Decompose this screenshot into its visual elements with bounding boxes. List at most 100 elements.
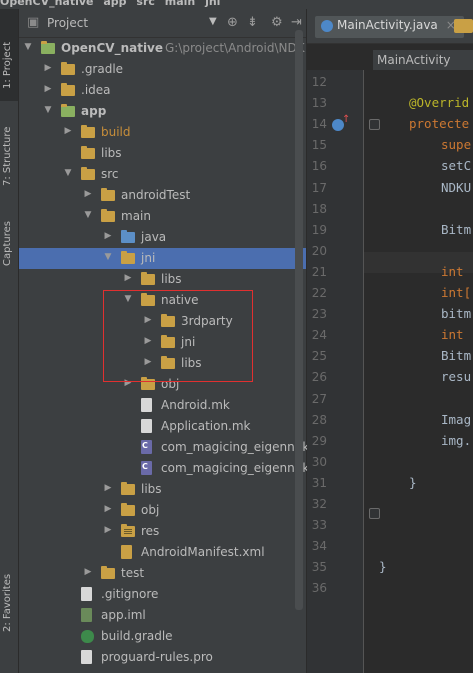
tool-tab-captures-label: Captures bbox=[2, 221, 13, 266]
tree-item-label: main bbox=[121, 209, 151, 223]
line-number: 15 bbox=[311, 138, 327, 153]
code-line: img. bbox=[441, 432, 472, 448]
arrow-up-icon: ↑ bbox=[342, 114, 351, 125]
tree-item-label: com_magicing_eigenndk_ bbox=[161, 440, 316, 454]
code-line: resu bbox=[441, 369, 472, 385]
breadcrumb-item[interactable]: OpenCV_native bbox=[0, 0, 94, 8]
tree-row[interactable]: ▶ build bbox=[19, 122, 306, 143]
gear-icon[interactable]: ⚙ bbox=[271, 15, 283, 30]
tree-row[interactable]: ▼ OpenCV_native G:\project\Android\NDK bbox=[19, 38, 306, 59]
tree-row[interactable]: Application.mk bbox=[19, 416, 306, 437]
collapse-arrow-icon[interactable]: ▶ bbox=[43, 63, 53, 73]
tool-tab-project[interactable]: 1: Project bbox=[0, 9, 18, 101]
hide-icon[interactable]: ⇥ bbox=[291, 15, 302, 30]
tool-tab-favorites[interactable]: 2: Favorites bbox=[0, 550, 18, 635]
line-number: 13 bbox=[311, 96, 327, 111]
tree-row[interactable]: libs bbox=[19, 143, 306, 164]
breadcrumb-item[interactable]: jni bbox=[205, 0, 220, 8]
line-number: 35 bbox=[311, 560, 327, 575]
tree-row[interactable]: com_magicing_eigenndk_ bbox=[19, 437, 315, 458]
tree-row[interactable]: .gitignore bbox=[19, 584, 306, 605]
collapse-arrow-icon[interactable]: ▶ bbox=[103, 483, 113, 493]
method-breadcrumb[interactable]: MainActivity bbox=[373, 50, 473, 70]
tool-tab-favorites-label: 2: Favorites bbox=[2, 573, 13, 632]
line-number: 12 bbox=[311, 75, 327, 89]
tree-item-label: androidTest bbox=[121, 188, 191, 202]
folder-icon bbox=[121, 503, 135, 516]
tool-tab-captures[interactable]: Captures bbox=[0, 200, 18, 270]
tree-row[interactable]: ▶ libs bbox=[19, 479, 306, 500]
code-line: Bitm bbox=[441, 348, 472, 364]
breadcrumb-item[interactable]: app bbox=[103, 0, 126, 8]
gradle-icon bbox=[81, 630, 94, 643]
tree-row[interactable]: ▼ main bbox=[19, 206, 306, 227]
tree-row[interactable]: ▼ app bbox=[19, 101, 306, 122]
sync-icon[interactable]: ⊕ bbox=[227, 15, 238, 30]
collapse-arrow-icon[interactable]: ▶ bbox=[63, 126, 73, 136]
chevron-down-icon[interactable]: ▼ bbox=[209, 16, 217, 27]
tab-main-activity[interactable]: MainActivity.java × bbox=[315, 16, 464, 38]
collapse-arrow-icon[interactable]: ▶ bbox=[103, 231, 113, 241]
tree-row[interactable]: ▶ androidTest bbox=[19, 185, 306, 206]
tab-next[interactable] bbox=[454, 19, 473, 33]
file-icon bbox=[141, 398, 152, 412]
code-line: int bbox=[441, 263, 472, 279]
breadcrumb-item[interactable]: main bbox=[165, 0, 196, 8]
expand-arrow-icon[interactable]: ▼ bbox=[23, 42, 33, 52]
folder-icon bbox=[101, 188, 115, 201]
iml-file-icon bbox=[81, 608, 92, 622]
tree-row[interactable]: proguard-rules.pro bbox=[19, 647, 306, 668]
tree-row[interactable]: Android.mk bbox=[19, 395, 306, 416]
code-line: int bbox=[441, 327, 472, 343]
tree-row[interactable]: com_magicing_eigenndk_ bbox=[19, 458, 315, 479]
tree-row[interactable]: AndroidManifest.xml bbox=[19, 542, 306, 563]
tree-row[interactable]: app.iml bbox=[19, 605, 306, 626]
breadcrumb-item[interactable]: src bbox=[136, 0, 155, 8]
tree-row[interactable]: build.gradle bbox=[19, 626, 306, 647]
tree-item-label: app bbox=[81, 104, 107, 118]
tree-row[interactable]: ▶ .idea bbox=[19, 80, 306, 101]
tree-scrollbar[interactable] bbox=[295, 30, 303, 610]
line-number: 34 bbox=[311, 539, 327, 554]
fold-marker-icon[interactable] bbox=[369, 508, 380, 519]
line-number: 31 bbox=[311, 475, 327, 490]
tree-item-path: G:\project\Android\NDK bbox=[165, 41, 305, 55]
folder-icon bbox=[121, 482, 135, 495]
expand-arrow-icon[interactable]: ▼ bbox=[103, 252, 113, 262]
tree-row[interactable]: ▶ obj bbox=[19, 500, 306, 521]
folder-icon bbox=[101, 566, 115, 579]
collapse-arrow-icon[interactable]: ▶ bbox=[103, 525, 113, 535]
tree-item-label: libs bbox=[161, 272, 182, 286]
line-number: 16 bbox=[311, 159, 327, 174]
tree-item-label: app.iml bbox=[101, 608, 146, 622]
line-number: 33 bbox=[311, 518, 327, 533]
line-number: 25 bbox=[311, 349, 327, 364]
collapse-icon[interactable]: ⇟ bbox=[247, 15, 258, 30]
expand-arrow-icon[interactable]: ▼ bbox=[83, 210, 93, 220]
tree-row[interactable]: ▼ src bbox=[19, 164, 306, 185]
tree-row[interactable]: ▶ libs bbox=[19, 269, 306, 290]
highlight-box bbox=[103, 290, 253, 382]
line-number: 29 bbox=[311, 433, 327, 448]
folder-icon bbox=[81, 167, 95, 180]
expand-arrow-icon[interactable]: ▼ bbox=[63, 168, 73, 178]
tree-row[interactable]: ▶ .gradle bbox=[19, 59, 306, 80]
tree-row[interactable]: ▶ java bbox=[19, 227, 306, 248]
collapse-arrow-icon[interactable]: ▶ bbox=[83, 189, 93, 199]
project-view-title[interactable]: Project bbox=[47, 16, 88, 30]
line-number: 36 bbox=[311, 581, 327, 596]
tool-tab-structure[interactable]: 7: Structure bbox=[0, 100, 18, 190]
tree-row[interactable]: ▶ test bbox=[19, 563, 306, 584]
collapse-arrow-icon[interactable]: ▶ bbox=[43, 84, 53, 94]
fold-marker-icon[interactable] bbox=[369, 119, 380, 130]
tree-row[interactable]: ▼ jni bbox=[19, 248, 306, 269]
folder-icon bbox=[81, 125, 95, 138]
expand-arrow-icon[interactable]: ▼ bbox=[43, 105, 53, 115]
line-number: 21 bbox=[311, 264, 327, 279]
xml-file-icon bbox=[121, 545, 132, 559]
breadcrumb: OpenCV_native app src main jni bbox=[0, 0, 473, 9]
collapse-arrow-icon[interactable]: ▶ bbox=[103, 504, 113, 514]
collapse-arrow-icon[interactable]: ▶ bbox=[123, 273, 133, 283]
tree-row[interactable]: ▶ res bbox=[19, 521, 306, 542]
collapse-arrow-icon[interactable]: ▶ bbox=[83, 567, 93, 577]
